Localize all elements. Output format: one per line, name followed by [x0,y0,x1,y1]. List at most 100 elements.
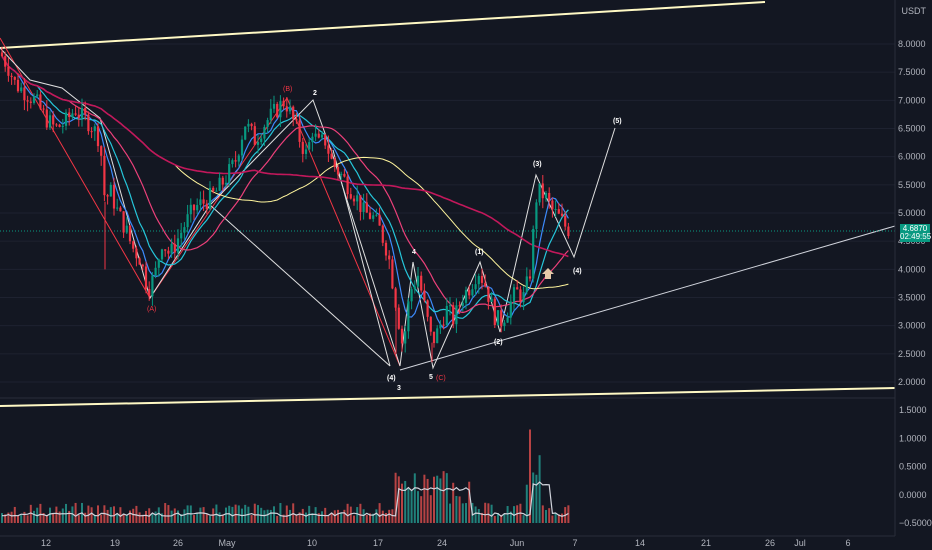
candle-body [548,192,551,201]
candle-body [400,328,404,344]
volume-bar [193,515,195,523]
wave-label-B: (B) [283,86,292,93]
volume-bar [442,471,445,523]
volume-bar [125,514,128,523]
candle-body [45,109,48,128]
volume-bar [404,480,407,523]
volume-bar [545,510,547,523]
volume-bar [449,503,451,523]
candle-body [64,112,68,126]
volume-bar [381,510,384,523]
volume-bar [269,509,272,523]
price-tick-label: 8.0000 [898,39,926,49]
price-chart[interactable]: (A) (B) 2 3 (4) 4 5 (C) (1) (2) (3) (4) … [0,0,932,550]
volume-bar [337,509,339,523]
volume-bar [295,515,298,523]
volume-bar [561,513,563,523]
volume-bar [465,503,467,523]
volume-bar [209,516,211,523]
volume-bar [77,515,80,523]
volume-bar [205,513,208,523]
wave-label-p3: (3) [533,161,542,168]
price-tick-label: 7.5000 [898,67,926,77]
candle-body [301,141,304,154]
candle-body [544,192,548,199]
candle-body [343,173,346,177]
candle-body [512,287,516,302]
volume-bar [164,503,167,523]
volume-bar [506,506,509,523]
volume-bar [276,515,279,523]
volume-bar [417,491,419,523]
candle-body [20,87,23,92]
volume-bar [183,509,186,523]
last-price-tag: 4.6870 02:49:55 [900,224,931,242]
volume-bar [49,507,51,523]
time-tick-label: 14 [635,538,645,548]
candle-body [10,75,13,77]
volume-bar [490,504,493,523]
volume-bar [266,509,269,523]
volume-bar [487,503,490,523]
candle-body [455,305,458,325]
wave-label-p4-early: (4) [387,375,396,382]
candle-body [48,115,52,128]
volume-bar [343,509,346,523]
volume-bar [177,510,179,523]
chart-background [0,0,932,550]
candle-body [295,118,298,121]
wave-label-3: 3 [397,385,401,392]
candle-body [26,100,29,102]
volume-bar [234,504,237,523]
candle-body [103,155,106,196]
price-tick-label: 2.0000 [898,377,926,387]
candle-body [0,52,4,57]
wave-label-A: (A) [147,306,156,313]
volume-bar [33,510,35,523]
candle-body [298,120,301,142]
volume-bar [353,515,355,523]
candle-body [132,241,135,249]
volume-bar [305,512,307,523]
volume-bar [340,512,343,523]
time-tick-label: 26 [765,538,775,548]
candle-body [13,76,16,80]
volume-bar [385,512,387,523]
price-tick-label: 7.0000 [898,95,926,105]
candle-body [32,96,36,103]
volume-bar [250,515,253,523]
candle-body [397,307,400,329]
volume-bar [525,484,528,523]
oscillator-tick-label: 0.5000 [899,462,927,472]
volume-bar [10,511,13,523]
volume-bar [225,507,227,523]
time-tick-label: 10 [307,538,317,548]
wave-label-p2: (2) [494,339,503,346]
volume-bar [199,507,202,523]
candle-body [71,113,74,118]
candle-body [183,227,186,233]
time-tick-label: 24 [437,538,447,548]
volume-bar [365,515,368,523]
price-tick-label: 3.5000 [898,293,926,303]
candle-body [416,275,420,287]
volume-bar [541,505,544,523]
candle-body [80,107,84,118]
volume-bar [455,495,458,523]
volume-bar [218,512,221,523]
volume-bar [52,513,55,523]
volume-bar [346,503,349,523]
candle-body [560,213,564,216]
volume-bar [196,512,199,523]
candle-body [535,202,538,229]
candle-body [413,286,416,290]
candle-body [567,226,570,237]
candle-body [160,249,164,260]
candle-body [55,124,58,126]
volume-bar [154,511,157,523]
candle-body [199,199,202,206]
candle-body [180,232,183,239]
candle-body [340,173,343,175]
time-tick-label: May [218,538,236,548]
candle-body [276,103,279,118]
